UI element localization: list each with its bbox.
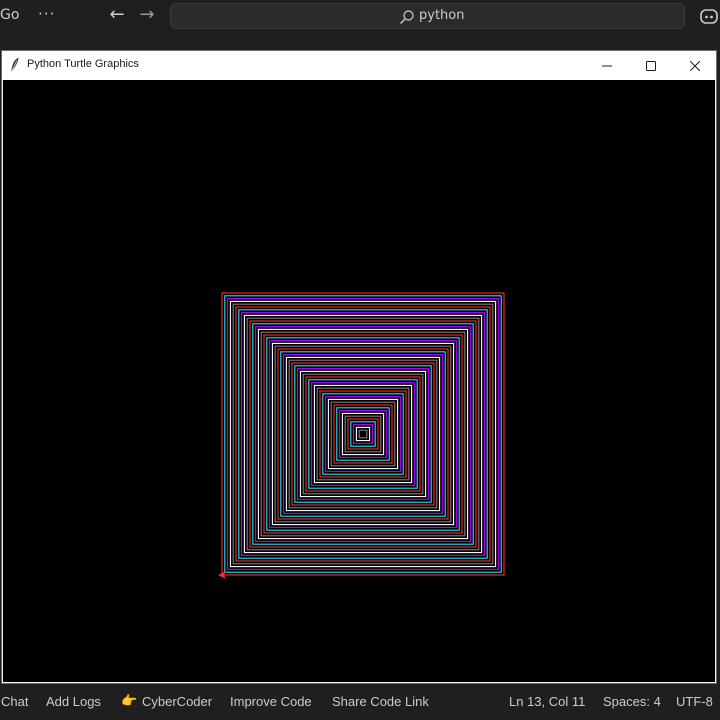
spiral-line <box>327 398 399 470</box>
window-title: Python Turtle Graphics <box>27 58 139 70</box>
close-button[interactable] <box>673 51 717 80</box>
editor-title-bar: Go ··· ← → python <box>0 0 720 34</box>
spiral-line <box>350 421 376 447</box>
spiral-line <box>341 412 385 456</box>
status-share-code-link[interactable]: Share Code Link <box>332 694 429 709</box>
spiral-line <box>274 345 452 523</box>
spiral-line <box>322 393 404 475</box>
spiral-line <box>285 356 441 512</box>
square-spiral-drawing <box>218 292 505 579</box>
pointing-hand-icon: 👉 <box>121 693 138 708</box>
spiral-line <box>347 418 379 450</box>
spiral-line <box>271 342 455 526</box>
spiral-line <box>355 426 371 442</box>
feather-icon <box>10 57 19 73</box>
status-bar: Chat Add Logs 👉 CyberCoder Improve Code … <box>0 688 720 720</box>
spiral-line <box>330 401 396 467</box>
spiral-line <box>246 317 480 551</box>
command-center-search[interactable]: python <box>170 3 685 29</box>
turtle-graphics-window: Python Turtle Graphics <box>1 50 717 684</box>
spiral-line <box>339 410 387 458</box>
search-icon <box>400 10 414 24</box>
maximize-icon <box>646 60 656 71</box>
spiral-line <box>311 382 415 486</box>
spiral-line <box>302 373 424 495</box>
menu-more-button[interactable]: ··· <box>38 5 55 23</box>
arrow-right-icon[interactable]: → <box>137 5 157 25</box>
status-chat[interactable]: Chat <box>1 694 28 709</box>
copilot-icon[interactable] <box>699 7 719 25</box>
spiral-line <box>238 309 488 559</box>
minimize-button[interactable] <box>585 51 629 80</box>
status-cybercoder[interactable]: CyberCoder <box>142 694 212 709</box>
status-add-logs[interactable]: Add Logs <box>46 694 101 709</box>
spiral-line <box>243 314 483 554</box>
spiral-line <box>255 326 471 542</box>
maximize-button[interactable] <box>629 51 673 80</box>
status-cursor-position[interactable]: Ln 13, Col 11 <box>509 694 585 709</box>
spiral-line <box>257 328 469 540</box>
spiral-line <box>319 390 407 478</box>
spiral-line <box>291 362 435 506</box>
spiral-line <box>227 298 499 570</box>
window-title-bar[interactable]: Python Turtle Graphics <box>2 51 716 80</box>
spiral-line <box>266 337 460 531</box>
minimize-icon <box>602 65 612 66</box>
status-encoding[interactable]: UTF-8 <box>676 694 713 709</box>
close-icon <box>690 60 700 71</box>
spiral-line <box>313 384 413 484</box>
spiral-line <box>294 365 432 503</box>
turtle-canvas[interactable] <box>3 80 715 682</box>
menu-go[interactable]: Go <box>0 7 19 23</box>
status-indentation[interactable]: Spaces: 4 <box>603 694 661 709</box>
spiral-line <box>263 334 463 534</box>
spiral-line <box>299 370 427 498</box>
arrow-left-icon[interactable]: ← <box>107 5 127 25</box>
spiral-line <box>358 429 368 439</box>
status-improve-code[interactable]: Improve Code <box>230 694 312 709</box>
spiral-line <box>283 354 443 514</box>
spiral-line <box>229 300 497 568</box>
spiral-line <box>235 306 491 562</box>
command-center-text: python <box>419 8 465 23</box>
